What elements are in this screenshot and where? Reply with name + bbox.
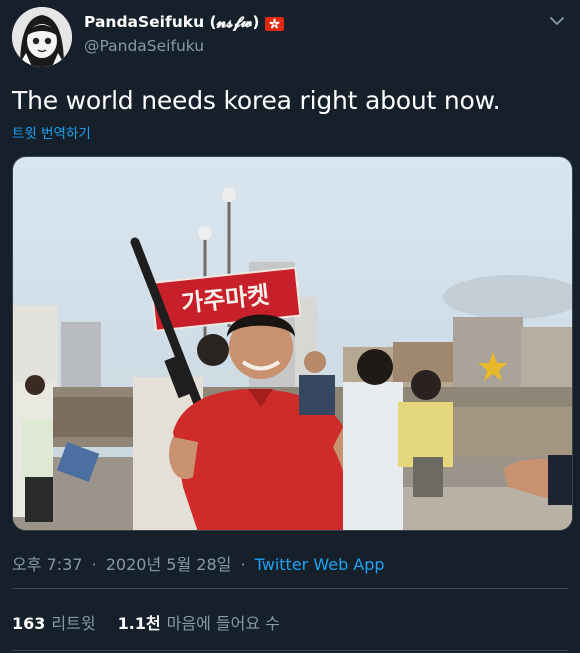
tweet: PandaSeifuku (𝓷𝓼𝓯𝔀) @PandaSeifuku The wo… — [0, 0, 580, 653]
meta-separator: · — [91, 555, 97, 574]
likes-count: 1.1천 — [117, 614, 161, 633]
meta-separator: · — [240, 555, 246, 574]
translate-tweet-link[interactable]: 트윗 번역하기 — [12, 122, 91, 142]
retweets-stat[interactable]: 163 리트윗 — [12, 610, 96, 634]
avatar-image — [12, 7, 72, 67]
divider — [12, 588, 568, 589]
tweet-meta: 오후 7:37 · 2020년 5월 28일 · Twitter Web App — [12, 551, 385, 575]
tweet-photo[interactable]: 가주마켓 — [12, 156, 573, 531]
likes-stat[interactable]: 1.1천 마음에 들어요 수 — [118, 610, 280, 634]
tweet-stats: 163 리트윗 1.1천 마음에 들어요 수 — [12, 610, 280, 634]
chevron-down-icon[interactable] — [548, 12, 566, 30]
name-row: PandaSeifuku (𝓷𝓼𝓯𝔀) — [84, 13, 285, 32]
display-name[interactable]: PandaSeifuku (𝓷𝓼𝓯𝔀) — [84, 13, 259, 32]
retweets-label: 리트윗 — [51, 614, 96, 633]
divider — [12, 650, 568, 651]
tweet-source-link[interactable]: Twitter Web App — [255, 555, 385, 574]
likes-label: 마음에 들어요 수 — [166, 614, 280, 633]
retweets-count: 163 — [12, 614, 46, 633]
avatar[interactable] — [12, 7, 72, 67]
tweet-text: The world needs korea right about now. — [12, 86, 501, 115]
tweet-time[interactable]: 오후 7:37 — [12, 555, 82, 574]
hong-kong-flag-icon — [265, 16, 285, 31]
tweet-date[interactable]: 2020년 5월 28일 — [106, 555, 232, 574]
user-handle[interactable]: @PandaSeifuku — [84, 37, 204, 55]
